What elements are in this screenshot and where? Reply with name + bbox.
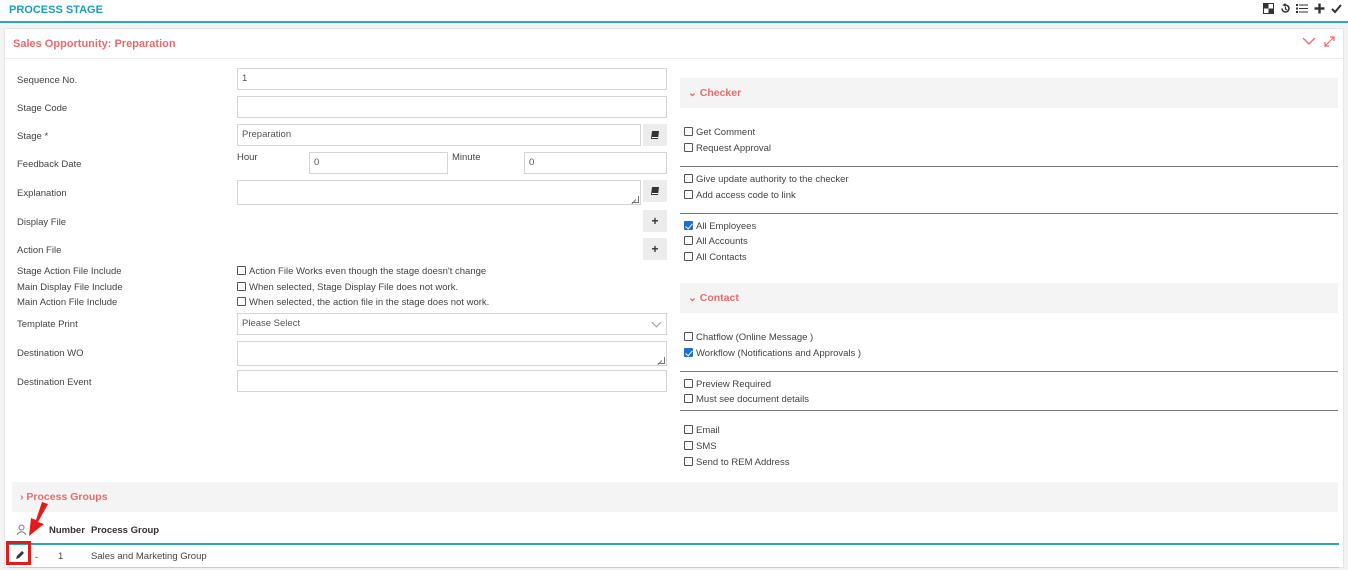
checkbox-icon[interactable] [684, 126, 693, 136]
all-accounts-checkbox[interactable]: All Accounts [684, 235, 748, 247]
checkbox-icon[interactable] [684, 173, 693, 183]
toolbar [1262, 3, 1342, 15]
top-bar: PROCESS STAGE [0, 0, 1348, 23]
checkbox-icon[interactable] [684, 142, 693, 152]
sequence-input[interactable]: 1 [237, 68, 667, 90]
request-approval-checkbox[interactable]: Request Approval [684, 142, 771, 154]
checkbox-icon[interactable] [684, 251, 693, 261]
divider [680, 371, 1338, 372]
checker-title: Checker [699, 87, 742, 99]
stage-panel: Sales Opportunity: Preparation Sequence … [4, 28, 1344, 568]
minute-label: Minute [452, 152, 481, 163]
col-number-header[interactable]: Number [49, 525, 85, 536]
history-icon[interactable] [1279, 3, 1291, 15]
checker-section-header[interactable]: ⌄ Checker [680, 78, 1338, 108]
divider [680, 410, 1338, 411]
checkbox-icon[interactable] [237, 296, 246, 306]
give-update-checkbox[interactable]: Give update authority to the checker [684, 173, 849, 185]
divider [680, 166, 1338, 167]
action-file-label: Action File [17, 245, 62, 256]
contact-section-header[interactable]: ⌄ Contact [680, 283, 1338, 313]
table-row[interactable]: - 1 Sales and Marketing Group [9, 543, 1339, 568]
checkbox-icon[interactable] [684, 189, 693, 199]
stage-action-include-checkbox[interactable]: Action File Works even though the stage … [237, 265, 486, 277]
stage-input[interactable]: Preparation [237, 124, 641, 146]
chevron-down-icon [651, 317, 662, 328]
sequence-label: Sequence No. [17, 75, 78, 86]
main-action-include-label: Main Action File Include [17, 297, 118, 308]
process-groups-header[interactable]: › Process Groups [12, 482, 1338, 512]
preview-required-checkbox[interactable]: Preview Required [684, 378, 771, 390]
checkbox-icon[interactable] [237, 265, 246, 275]
panel-title: Sales Opportunity: Preparation [13, 38, 176, 50]
row-number: 1 [58, 551, 64, 562]
divider [680, 213, 1338, 214]
must-see-checkbox[interactable]: Must see document details [684, 393, 809, 405]
check-icon[interactable] [1330, 3, 1342, 15]
checkbox-icon[interactable] [684, 378, 693, 388]
annotation-arrow-icon [24, 502, 52, 541]
stage-action-include-label: Stage Action File Include [17, 266, 122, 277]
add-access-checkbox[interactable]: Add access code to link [684, 189, 796, 201]
hour-label: Hour [237, 152, 258, 163]
main-action-include-checkbox[interactable]: When selected, the action file in the st… [237, 296, 489, 308]
checkbox-icon[interactable] [237, 281, 246, 291]
destination-event-input[interactable] [237, 370, 667, 392]
plus-icon[interactable] [1313, 3, 1325, 15]
stage-lookup-book-icon[interactable] [643, 124, 667, 146]
hour-input[interactable]: 0 [309, 152, 448, 174]
send-rem-checkbox[interactable]: Send to REM Address [684, 456, 789, 468]
get-comment-checkbox[interactable]: Get Comment [684, 126, 755, 138]
resize-grip-icon[interactable] [658, 357, 665, 364]
resize-grip-icon[interactable] [632, 196, 639, 203]
chevron-down-icon: ⌄ [688, 87, 697, 99]
destination-event-label: Destination Event [17, 377, 92, 388]
chevron-right-icon: › [20, 491, 24, 503]
template-print-label: Template Print [17, 319, 78, 330]
stage-code-label: Stage Code [17, 103, 68, 114]
stage-label: Stage * [17, 131, 49, 142]
expand-icon[interactable] [1324, 36, 1335, 50]
destination-wo-label: Destination WO [17, 348, 84, 359]
action-file-add-plus-icon[interactable]: + [643, 238, 667, 260]
workflow-checkbox[interactable]: Workflow (Notifications and Approvals ) [684, 347, 861, 359]
template-print-select[interactable]: Please Select [237, 313, 667, 335]
row-process-group: Sales and Marketing Group [91, 551, 207, 562]
display-file-add-plus-icon[interactable]: + [643, 210, 667, 232]
checkbox-checked-icon[interactable] [684, 347, 693, 357]
sms-checkbox[interactable]: SMS [684, 440, 717, 452]
checkbox-icon[interactable] [684, 331, 693, 341]
row-dash: - [35, 552, 39, 563]
panel-header: Sales Opportunity: Preparation [5, 29, 1343, 59]
highlight-box [6, 541, 31, 565]
app-title: PROCESS STAGE [9, 4, 103, 16]
destination-wo-textarea[interactable] [237, 341, 667, 366]
checkbox-icon[interactable] [684, 456, 693, 466]
checkbox-checked-icon[interactable] [684, 220, 693, 230]
explanation-textarea[interactable] [237, 180, 641, 205]
checkbox-icon[interactable] [684, 393, 693, 403]
col-process-group-header[interactable]: Process Group [91, 525, 159, 536]
all-contacts-checkbox[interactable]: All Contacts [684, 251, 747, 263]
contact-title: Contact [699, 292, 739, 304]
list-icon[interactable] [1296, 3, 1308, 15]
email-checkbox[interactable]: Email [684, 424, 720, 436]
minute-input[interactable]: 0 [524, 152, 667, 174]
display-file-label: Display File [17, 217, 67, 228]
chevron-down-icon: ⌄ [688, 292, 697, 304]
checkbox-icon[interactable] [684, 235, 693, 245]
main-display-include-checkbox[interactable]: When selected, Stage Display File does n… [237, 281, 458, 293]
all-employees-checkbox[interactable]: All Employees [684, 220, 756, 232]
chatflow-checkbox[interactable]: Chatflow (Online Message ) [684, 331, 813, 343]
stage-code-input[interactable] [237, 96, 667, 118]
checkbox-icon[interactable] [684, 424, 693, 434]
checkbox-icon[interactable] [684, 440, 693, 450]
explanation-label: Explanation [17, 188, 67, 199]
feedback-date-label: Feedback Date [17, 159, 82, 170]
layout-icon[interactable] [1262, 3, 1274, 15]
main-display-include-label: Main Display File Include [17, 282, 123, 293]
collapse-chevron-icon[interactable] [1302, 36, 1316, 50]
explanation-book-icon[interactable] [643, 180, 667, 202]
